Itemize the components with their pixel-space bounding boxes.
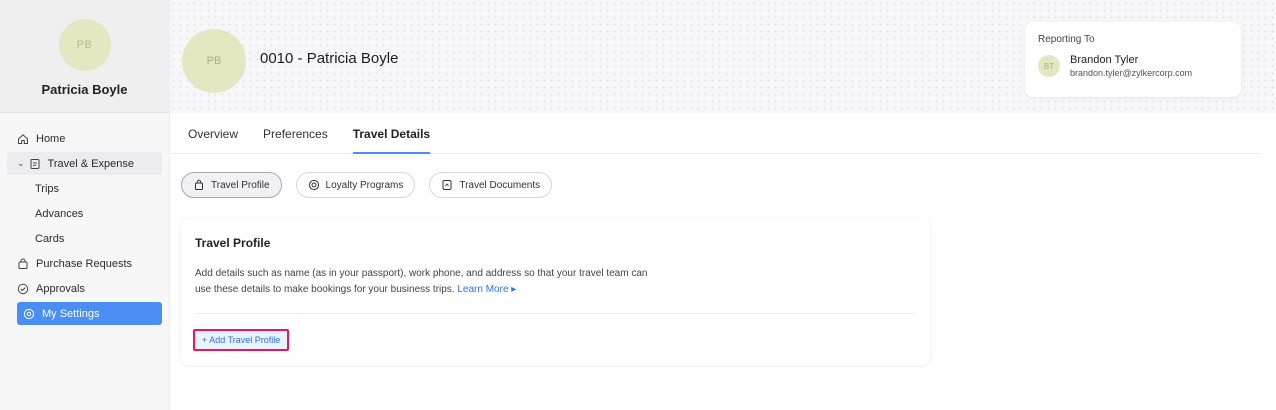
sidebar-profile: PB Patricia Boyle bbox=[0, 0, 169, 113]
travel-section-pills: Travel Profile Loyalty Programs Travel D… bbox=[181, 172, 566, 198]
description-text: Add details such as name (as in your pas… bbox=[195, 268, 648, 295]
bag-icon bbox=[193, 179, 205, 191]
avatar[interactable]: PB bbox=[58, 19, 111, 71]
home-icon bbox=[17, 133, 29, 145]
card-title: Travel Profile bbox=[195, 236, 271, 250]
manager-row[interactable]: BT Brandon Tyler brandon.tyler@zylkercor… bbox=[1038, 54, 1228, 78]
profile-tabs: Overview Preferences Travel Details bbox=[170, 113, 1260, 154]
sidebar-item-label: Cards bbox=[35, 232, 65, 245]
sidebar-item-label: Purchase Requests bbox=[36, 257, 132, 270]
manager-name: Brandon Tyler bbox=[1070, 54, 1139, 66]
sidebar-item-travel-expense[interactable]: ⌄ Travel & Expense bbox=[7, 152, 162, 175]
gear-icon bbox=[23, 308, 35, 320]
sidebar-item-label: Travel & Expense bbox=[47, 157, 134, 170]
manager-email: brandon.tyler@zylkercorp.com bbox=[1070, 68, 1193, 78]
reporting-to-label: Reporting To bbox=[1038, 34, 1095, 45]
add-travel-profile-button[interactable]: + Add Travel Profile bbox=[193, 329, 290, 351]
document-icon bbox=[441, 179, 453, 191]
learn-more-link[interactable]: Learn More ▸ bbox=[457, 284, 516, 295]
bag-icon bbox=[17, 258, 29, 270]
sidebar: PB Patricia Boyle Home ⌄ Travel & Expens… bbox=[0, 0, 170, 410]
target-icon bbox=[308, 179, 320, 191]
sidebar-item-purchase-requests[interactable]: Purchase Requests bbox=[17, 252, 162, 275]
sidebar-item-label: Home bbox=[36, 132, 66, 145]
document-icon bbox=[29, 158, 41, 170]
reporting-to-card: Reporting To BT Brandon Tyler brandon.ty… bbox=[1025, 22, 1241, 97]
sidebar-nav: Home ⌄ Travel & Expense Trips Advances C… bbox=[0, 113, 169, 325]
sidebar-item-home[interactable]: Home bbox=[17, 127, 162, 150]
sidebar-item-my-settings[interactable]: My Settings bbox=[17, 302, 162, 325]
tab-overview[interactable]: Overview bbox=[188, 113, 238, 154]
tab-travel-details[interactable]: Travel Details bbox=[352, 113, 431, 154]
pill-label: Loyalty Programs bbox=[325, 179, 404, 191]
sidebar-item-approvals[interactable]: Approvals bbox=[17, 277, 162, 300]
pill-travel-documents[interactable]: Travel Documents bbox=[429, 172, 553, 198]
sidebar-item-trips[interactable]: Trips bbox=[17, 177, 162, 200]
sidebar-item-label: My Settings bbox=[42, 307, 100, 320]
user-name: Patricia Boyle bbox=[41, 82, 128, 97]
sidebar-item-label: Trips bbox=[35, 182, 60, 195]
sidebar-item-cards[interactable]: Cards bbox=[17, 227, 162, 250]
check-circle-icon bbox=[17, 283, 29, 295]
profile-header: PB 0010 - Patricia Boyle Reporting To BT… bbox=[170, 0, 1276, 113]
sidebar-item-label: Advances bbox=[35, 207, 84, 220]
sidebar-item-advances[interactable]: Advances bbox=[17, 202, 162, 225]
pill-label: Travel Documents bbox=[459, 179, 541, 191]
tab-preferences[interactable]: Preferences bbox=[263, 113, 328, 154]
pill-loyalty-programs[interactable]: Loyalty Programs bbox=[295, 172, 416, 198]
card-description: Add details such as name (as in your pas… bbox=[195, 266, 665, 298]
travel-profile-card: Travel Profile Add details such as name … bbox=[181, 219, 930, 365]
pill-travel-profile[interactable]: Travel Profile bbox=[181, 172, 282, 198]
manager-avatar: BT bbox=[1038, 55, 1060, 77]
chevron-down-icon: ⌄ bbox=[17, 158, 25, 168]
divider bbox=[195, 313, 914, 314]
employee-avatar: PB bbox=[182, 29, 246, 93]
pill-label: Travel Profile bbox=[211, 179, 270, 191]
sidebar-item-label: Approvals bbox=[36, 282, 85, 295]
page-title: 0010 - Patricia Boyle bbox=[260, 50, 399, 67]
